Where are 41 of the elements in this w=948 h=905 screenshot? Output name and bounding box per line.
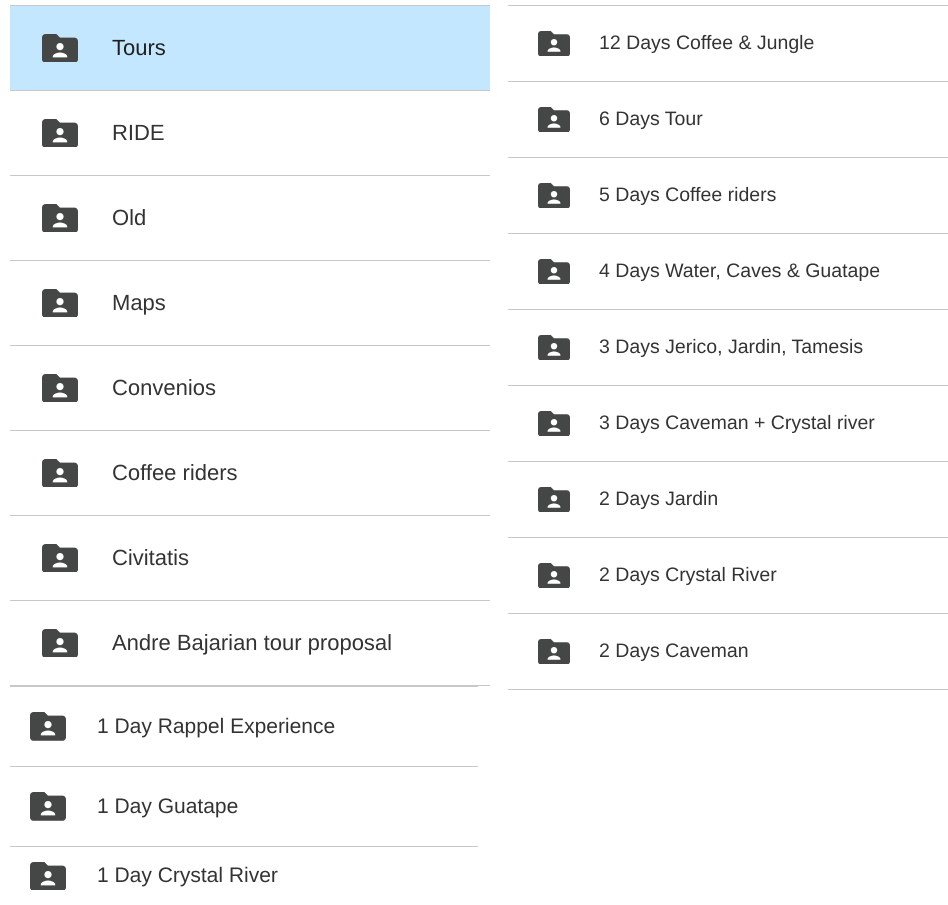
folder-name: 2 Days Jardin bbox=[599, 488, 718, 511]
shared-folder-icon bbox=[538, 182, 570, 208]
folder-name: 12 Days Coffee & Jungle bbox=[599, 32, 814, 55]
folder-name: 3 Days Caveman + Crystal river bbox=[599, 412, 875, 435]
shared-folder-icon bbox=[538, 638, 570, 664]
shared-folder-icon bbox=[42, 34, 78, 62]
shared-folder-icon bbox=[42, 288, 78, 318]
shared-folder-icon bbox=[42, 628, 78, 658]
folder-row[interactable]: Tours bbox=[10, 6, 490, 91]
shared-folder-icon bbox=[538, 30, 570, 56]
folder-name: Coffee riders bbox=[112, 460, 238, 486]
shared-folder-icon bbox=[42, 544, 78, 572]
shared-folder-icon bbox=[538, 106, 570, 132]
folder-name: Tours bbox=[112, 35, 166, 61]
shared-folder-icon bbox=[538, 334, 570, 360]
shared-folder-icon bbox=[42, 374, 78, 402]
shared-folder-icon bbox=[538, 486, 570, 512]
shared-folder-icon bbox=[42, 458, 78, 488]
folder-name: 6 Days Tour bbox=[599, 108, 703, 131]
folder-name: 5 Days Coffee riders bbox=[599, 184, 776, 207]
folder-name: Maps bbox=[112, 290, 166, 316]
folder-name: 2 Days Caveman bbox=[599, 640, 749, 663]
folder-name: RIDE bbox=[112, 120, 165, 146]
shared-folder-icon bbox=[538, 562, 570, 588]
folder-name: 4 Days Water, Caves & Guatape bbox=[599, 260, 880, 283]
shared-folder-icon bbox=[30, 862, 66, 890]
folder-name: 1 Day Crystal River bbox=[97, 864, 278, 888]
shared-folder-icon bbox=[538, 410, 570, 436]
folder-name: Civitatis bbox=[112, 545, 190, 571]
folder-name: Old bbox=[112, 205, 146, 231]
folder-name: 1 Day Guatape bbox=[97, 794, 238, 818]
folder-name: 2 Days Crystal River bbox=[599, 564, 777, 587]
folder-name: 1 Day Rappel Experience bbox=[97, 714, 336, 738]
shared-folder-icon bbox=[42, 204, 78, 232]
shared-folder-icon bbox=[30, 792, 66, 821]
shared-folder-icon bbox=[538, 258, 570, 284]
folder-name: 3 Days Jerico, Jardin, Tamesis bbox=[599, 336, 864, 359]
folder-name: Convenios bbox=[112, 375, 216, 401]
shared-folder-icon bbox=[42, 118, 78, 148]
shared-folder-icon bbox=[30, 712, 66, 741]
folder-name: Andre Bajarian tour proposal bbox=[112, 630, 392, 656]
